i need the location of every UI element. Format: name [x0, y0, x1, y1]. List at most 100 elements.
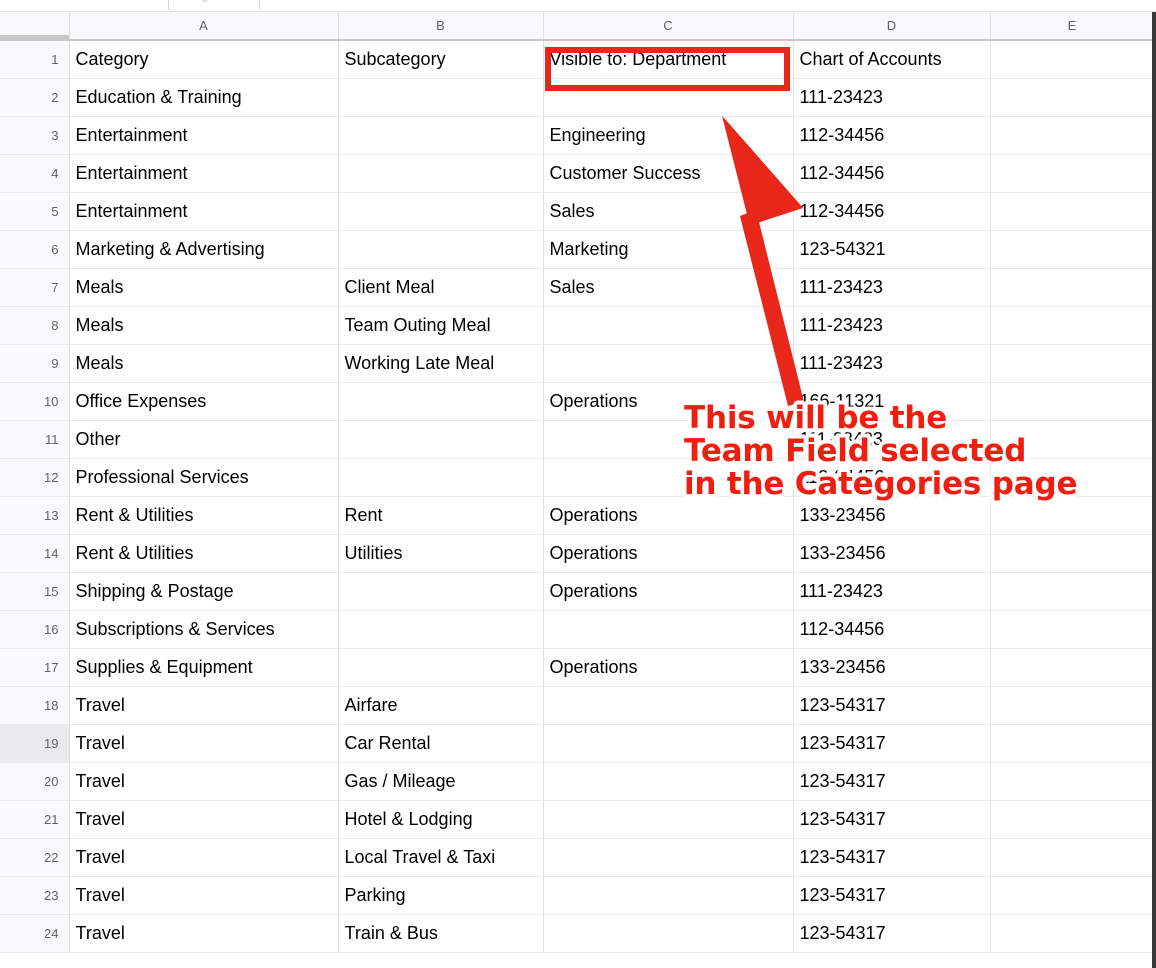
row-header[interactable]: 7 [0, 268, 70, 307]
cell-B23[interactable]: Parking [338, 876, 544, 915]
cell-B2[interactable] [338, 78, 544, 117]
cell-E19[interactable] [990, 724, 1155, 763]
cell-C3[interactable]: Engineering [543, 116, 794, 155]
table-row[interactable]: 12 Professional Services 112-34456 [0, 458, 1155, 497]
cell-D11[interactable]: 111-23423 [793, 420, 991, 459]
cell-E5[interactable] [990, 192, 1155, 231]
cell-B19[interactable]: Car Rental [338, 724, 544, 763]
row-header[interactable]: 21 [0, 800, 70, 839]
cell-E13[interactable] [990, 496, 1155, 535]
row-header[interactable]: 10 [0, 382, 70, 421]
table-row[interactable]: 14 Rent & Utilities Utilities Operations 133… [0, 534, 1155, 573]
cell-D23[interactable]: 123-54317 [793, 876, 991, 915]
row-header[interactable]: 9 [0, 344, 70, 383]
cell-A16[interactable]: Subscriptions & Services [69, 610, 339, 649]
cell-C21[interactable] [543, 800, 794, 839]
cell-A2[interactable]: Education & Training [69, 78, 339, 117]
cell-D21[interactable]: 123-54317 [793, 800, 991, 839]
cell-D17[interactable]: 133-23456 [793, 648, 991, 687]
table-row[interactable]: 5 Entertainment Sales 112-34456 [0, 192, 1155, 231]
column-header-c[interactable]: C [543, 12, 794, 41]
cell-C6[interactable]: Marketing [543, 230, 794, 269]
row-header[interactable]: 19 [0, 724, 70, 763]
cell-D16[interactable]: 112-34456 [793, 610, 991, 649]
table-row[interactable]: 4 Entertainment Customer Success 112-34456 [0, 154, 1155, 193]
select-all-corner[interactable] [0, 12, 70, 41]
cell-C11[interactable] [543, 420, 794, 459]
cell-D12[interactable]: 112-34456 [793, 458, 991, 497]
cell-C19[interactable] [543, 724, 794, 763]
cell-A18[interactable]: Travel [69, 686, 339, 725]
cell-C24[interactable] [543, 914, 794, 953]
cell-E3[interactable] [990, 116, 1155, 155]
cell-B12[interactable] [338, 458, 544, 497]
table-row[interactable]: 24 Travel Train & Bus 123-54317 [0, 914, 1155, 953]
cell-D5[interactable]: 112-34456 [793, 192, 991, 231]
cell-E24[interactable] [990, 914, 1155, 953]
cell-A4[interactable]: Entertainment [69, 154, 339, 193]
cell-A8[interactable]: Meals [69, 306, 339, 345]
row-header[interactable]: 22 [0, 838, 70, 877]
table-row[interactable]: 8 Meals Team Outing Meal 111-23423 [0, 306, 1155, 345]
cell-E20[interactable] [990, 762, 1155, 801]
cell-C14[interactable]: Operations [543, 534, 794, 573]
cell-B13[interactable]: Rent [338, 496, 544, 535]
cell-A17[interactable]: Supplies & Equipment [69, 648, 339, 687]
cell-B10[interactable] [338, 382, 544, 421]
cell-B8[interactable]: Team Outing Meal [338, 306, 544, 345]
table-row[interactable]: 11 Other 111-23423 [0, 420, 1155, 459]
table-row[interactable]: 21 Travel Hotel & Lodging 123-54317 [0, 800, 1155, 839]
row-header[interactable]: 12 [0, 458, 70, 497]
cell-A22[interactable]: Travel [69, 838, 339, 877]
cell-A6[interactable]: Marketing & Advertising [69, 230, 339, 269]
cell-B11[interactable] [338, 420, 544, 459]
cell-C10[interactable]: Operations [543, 382, 794, 421]
cell-B6[interactable] [338, 230, 544, 269]
cell-A15[interactable]: Shipping & Postage [69, 572, 339, 611]
cell-B4[interactable] [338, 154, 544, 193]
cell-A20[interactable]: Travel [69, 762, 339, 801]
right-edge-scrollbar[interactable] [1152, 12, 1156, 968]
cell-B17[interactable] [338, 648, 544, 687]
table-row[interactable]: 23 Travel Parking 123-54317 [0, 876, 1155, 915]
row-header[interactable]: 23 [0, 876, 70, 915]
sheet-grid[interactable]: A B C D E 1 Category Subcategory Visible to… [0, 12, 1156, 968]
cell-C4[interactable]: Customer Success [543, 154, 794, 193]
table-row[interactable]: 9 Meals Working Late Meal 111-23423 [0, 344, 1155, 383]
cell-C15[interactable]: Operations [543, 572, 794, 611]
cell-D13[interactable]: 133-23456 [793, 496, 991, 535]
cell-B20[interactable]: Gas / Mileage [338, 762, 544, 801]
cell-A14[interactable]: Rent & Utilities [69, 534, 339, 573]
cell-D24[interactable]: 123-54317 [793, 914, 991, 953]
row-header[interactable]: 13 [0, 496, 70, 535]
table-row[interactable]: 10 Office Expenses Operations 166-11321 [0, 382, 1155, 421]
cell-C9[interactable] [543, 344, 794, 383]
cell-E1[interactable] [990, 40, 1155, 79]
cell-C12[interactable] [543, 458, 794, 497]
cell-C17[interactable]: Operations [543, 648, 794, 687]
cell-C7[interactable]: Sales [543, 268, 794, 307]
cell-C8[interactable] [543, 306, 794, 345]
cell-A9[interactable]: Meals [69, 344, 339, 383]
row-header[interactable]: 16 [0, 610, 70, 649]
cell-B21[interactable]: Hotel & Lodging [338, 800, 544, 839]
cell-A5[interactable]: Entertainment [69, 192, 339, 231]
cell-A7[interactable]: Meals [69, 268, 339, 307]
row-header[interactable]: 4 [0, 154, 70, 193]
column-header-b[interactable]: B [338, 12, 544, 41]
cell-C22[interactable] [543, 838, 794, 877]
table-row[interactable]: 13 Rent & Utilities Rent Operations 133-2345… [0, 496, 1155, 535]
cell-D4[interactable]: 112-34456 [793, 154, 991, 193]
cell-B18[interactable]: Airfare [338, 686, 544, 725]
cell-E4[interactable] [990, 154, 1155, 193]
row-header[interactable]: 17 [0, 648, 70, 687]
table-row[interactable]: 3 Entertainment Engineering 112-34456 [0, 116, 1155, 155]
table-row[interactable]: 22 Travel Local Travel & Taxi 123-54317 [0, 838, 1155, 877]
cell-B5[interactable] [338, 192, 544, 231]
cell-E14[interactable] [990, 534, 1155, 573]
cell-E21[interactable] [990, 800, 1155, 839]
cell-C18[interactable] [543, 686, 794, 725]
cell-D2[interactable]: 111-23423 [793, 78, 991, 117]
cell-C16[interactable] [543, 610, 794, 649]
cell-D18[interactable]: 123-54317 [793, 686, 991, 725]
